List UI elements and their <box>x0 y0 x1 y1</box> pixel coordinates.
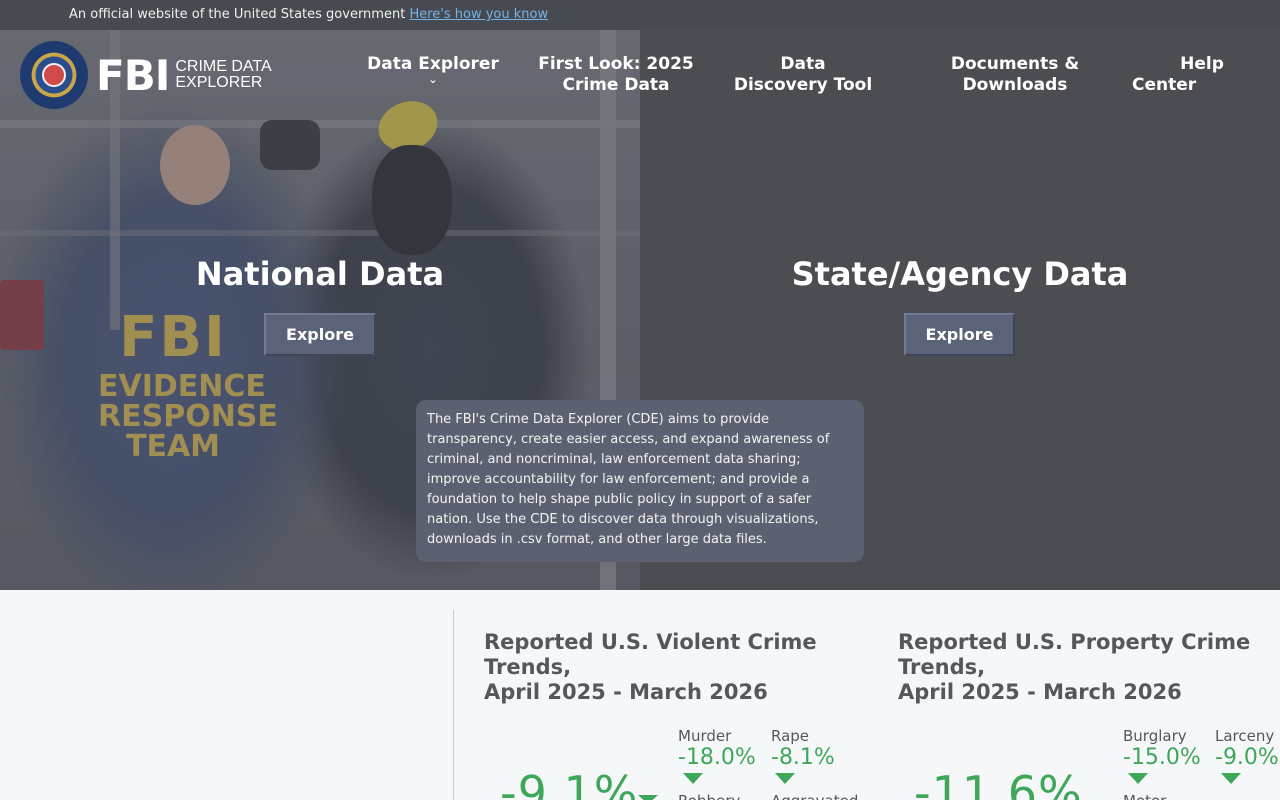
burglary-value: -15.0% <box>1123 745 1201 770</box>
nav-data-discovery-tool[interactable]: Data Discovery Tool <box>728 54 878 96</box>
aggravated-label: Aggravated <box>771 792 858 800</box>
cde-description: The FBI's Crime Data Explorer (CDE) aims… <box>416 400 864 562</box>
motor-label: Motor <box>1123 792 1166 800</box>
robbery-label: Robbery <box>678 792 740 800</box>
rape-value: -8.1% <box>771 745 835 770</box>
larceny-down-arrow-icon <box>1221 773 1241 784</box>
main-nav: Data Explorer ⌄ First Look: 2025 Crime D… <box>0 54 1280 104</box>
violent-overall-value: -9.1% <box>500 766 639 800</box>
burglary-label: Burglary <box>1123 727 1187 745</box>
larceny-label: Larceny <box>1215 727 1275 745</box>
trends-section: Reported U.S. Violent Crime Trends, Apri… <box>0 590 1280 800</box>
larceny-value: -9.0% <box>1215 745 1279 770</box>
section-divider <box>453 610 454 800</box>
murder-value: -18.0% <box>678 745 756 770</box>
property-crime-title: Reported U.S. Property Crime Trends, Apr… <box>898 630 1251 704</box>
national-data-title: National Data <box>195 255 445 293</box>
gov-banner-link[interactable]: Here's how you know <box>409 7 548 22</box>
national-explore-button[interactable]: Explore <box>264 313 376 356</box>
site-header: FBI CRIME DATA EXPLORER Data Explorer ⌄ … <box>0 30 1280 120</box>
nav-first-look[interactable]: First Look: 2025 Crime Data <box>530 54 702 96</box>
nav-help-center[interactable]: Help Center <box>1126 54 1230 96</box>
violent-crime-title: Reported U.S. Violent Crime Trends, Apri… <box>484 630 817 704</box>
property-overall-value: -11.6% <box>914 766 1083 800</box>
nav-data-explorer[interactable]: Data Explorer ⌄ <box>362 54 504 85</box>
gov-banner-text: An official website of the United States… <box>69 7 406 22</box>
chevron-down-icon: ⌄ <box>428 73 438 86</box>
rape-down-arrow-icon <box>775 773 795 784</box>
state-agency-data-title: State/Agency Data <box>791 255 1129 293</box>
nav-documents-downloads[interactable]: Documents & Downloads <box>940 54 1090 96</box>
murder-label: Murder <box>678 727 732 745</box>
rape-label: Rape <box>771 727 810 745</box>
violent-down-arrow-icon <box>638 795 658 800</box>
state-explore-button[interactable]: Explore <box>904 313 1015 356</box>
gov-banner: An official website of the United States… <box>0 0 1280 30</box>
burglary-down-arrow-icon <box>1128 773 1148 784</box>
murder-down-arrow-icon <box>683 773 703 784</box>
